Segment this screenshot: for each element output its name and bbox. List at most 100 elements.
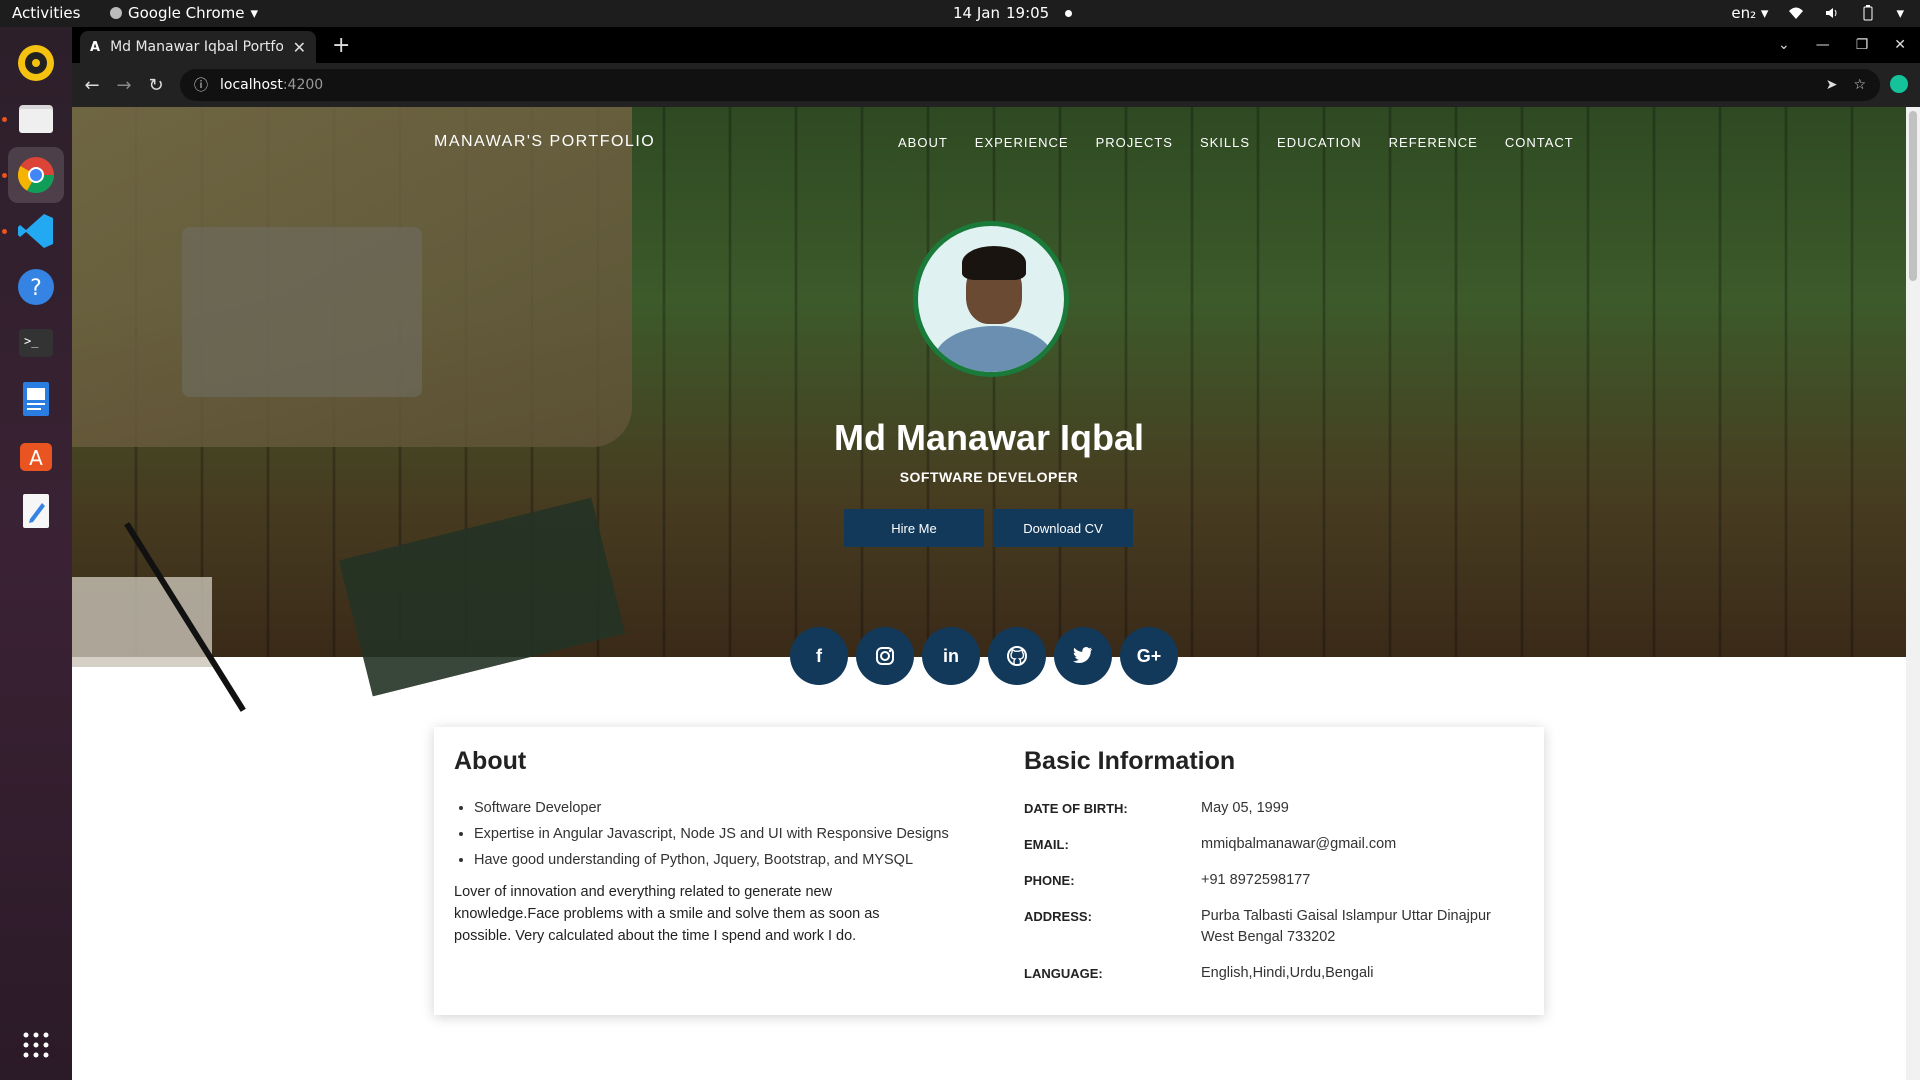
nav-skills[interactable]: SKILLS — [1200, 135, 1250, 150]
browser-tab[interactable]: A Md Manawar Iqbal Portfo ✕ — [80, 31, 316, 63]
about-point: Software Developer — [474, 798, 974, 819]
caret-down-icon: ▾ — [250, 4, 259, 22]
profile-shirt — [934, 326, 1054, 372]
linkedin-icon[interactable]: in — [922, 627, 980, 685]
about-card: About Software Developer Expertise in An… — [434, 727, 1544, 1015]
app-center-launcher[interactable]: A — [8, 427, 64, 483]
terminal-launcher[interactable]: >_ — [8, 315, 64, 371]
google-plus-icon[interactable]: G+ — [1120, 627, 1178, 685]
tab-title: Md Manawar Iqbal Portfo — [110, 39, 283, 55]
help-launcher[interactable]: ? — [8, 259, 64, 315]
browser-toolbar: ← → ↻ ⓘ localhost:4200 ➤ ☆ — [72, 63, 1920, 107]
download-cv-button[interactable]: Download CV — [993, 509, 1133, 547]
info-key: DATE OF BIRTH: — [1024, 801, 1128, 816]
system-menu-caret-icon: ▾ — [1896, 4, 1904, 22]
back-button[interactable]: ← — [76, 75, 108, 96]
activities-button[interactable]: Activities — [12, 4, 80, 22]
site-brand-link[interactable]: MANAWAR'S PORTFOLIO — [434, 133, 655, 151]
battery-icon — [1860, 5, 1876, 21]
nav-about[interactable]: ABOUT — [898, 135, 948, 150]
info-key: LANGUAGE: — [1024, 966, 1103, 981]
files-icon — [19, 105, 53, 133]
page-scrollbar[interactable] — [1906, 107, 1920, 1080]
info-key: ADDRESS: — [1024, 909, 1092, 924]
address-bar[interactable]: ⓘ localhost:4200 ➤ ☆ — [180, 69, 1880, 101]
chrome-app-icon — [110, 7, 122, 19]
svg-text:>_: >_ — [24, 334, 39, 348]
new-tab-button[interactable]: + — [332, 33, 350, 58]
reload-button[interactable]: ↻ — [140, 75, 172, 96]
language-indicator[interactable]: en₂ ▾ — [1731, 4, 1768, 22]
document-viewer-launcher[interactable] — [8, 371, 64, 427]
info-row-email: EMAIL: mmiqbalmanawar@gmail.com — [1024, 834, 1524, 855]
svg-text:?: ? — [30, 276, 42, 301]
facebook-icon[interactable]: f — [790, 627, 848, 685]
basic-info-table: DATE OF BIRTH: May 05, 1999 EMAIL: mmiqb… — [1024, 798, 1524, 984]
info-row-language: LANGUAGE: English,Hindi,Urdu,Bengali — [1024, 963, 1524, 984]
window-controls: ⌄ — ❐ ✕ — [1778, 27, 1920, 63]
grammarly-extension-icon[interactable] — [1890, 75, 1908, 93]
running-indicator-icon — [2, 173, 7, 178]
hero-role: SOFTWARE DEVELOPER — [899, 469, 1079, 485]
about-section: About Software Developer Expertise in An… — [454, 747, 974, 947]
send-to-device-icon[interactable]: ➤ — [1826, 77, 1838, 93]
twitter-icon[interactable] — [1054, 627, 1112, 685]
vscode-icon — [18, 214, 53, 248]
notification-dot-icon — [1065, 9, 1073, 17]
show-apps-button[interactable] — [8, 1017, 64, 1073]
close-window-button[interactable]: ✕ — [1894, 37, 1906, 53]
info-row-phone: PHONE: +91 8972598177 — [1024, 870, 1524, 891]
maximize-button[interactable]: ❐ — [1856, 37, 1869, 53]
chrome-icon — [17, 157, 55, 194]
main-nav: ABOUT EXPERIENCE PROJECTS SKILLS EDUCATI… — [898, 135, 1574, 150]
running-indicator-icon — [2, 229, 7, 234]
bookmark-star-icon[interactable]: ☆ — [1853, 77, 1866, 93]
files-launcher[interactable] — [8, 91, 64, 147]
profile-photo — [913, 221, 1069, 377]
dock: ? >_ A — [0, 27, 72, 1080]
scrollbar-thumb[interactable] — [1909, 111, 1917, 281]
about-point: Have good understanding of Python, Jquer… — [474, 850, 974, 871]
app-center-icon: A — [20, 443, 52, 471]
profile-hair — [962, 246, 1026, 280]
book-background-image — [338, 497, 626, 697]
svg-text:A: A — [29, 446, 43, 470]
text-editor-icon — [23, 494, 49, 528]
github-icon[interactable] — [988, 627, 1046, 685]
tab-search-icon[interactable]: ⌄ — [1778, 37, 1790, 53]
info-value: Purba Talbasti Gaisal Islampur Uttar Din… — [1201, 908, 1491, 945]
nav-education[interactable]: EDUCATION — [1277, 135, 1362, 150]
info-key: EMAIL: — [1024, 837, 1069, 852]
about-paragraph: Lover of innovation and everything relat… — [454, 884, 880, 944]
chrome-launcher[interactable] — [8, 147, 64, 203]
hire-me-button[interactable]: Hire Me — [844, 509, 984, 547]
info-row-address: ADDRESS: Purba Talbasti Gaisal Islampur … — [1024, 906, 1524, 948]
help-icon: ? — [18, 269, 54, 305]
nav-experience[interactable]: EXPERIENCE — [975, 135, 1069, 150]
hero-section: MANAWAR'S PORTFOLIO ABOUT EXPERIENCE PRO… — [72, 107, 1906, 712]
instagram-icon[interactable] — [856, 627, 914, 685]
nav-reference[interactable]: REFERENCE — [1389, 135, 1478, 150]
clock[interactable]: 14 Jan 19:05 — [953, 4, 1073, 22]
nav-contact[interactable]: CONTACT — [1505, 135, 1574, 150]
about-heading: About — [454, 747, 527, 775]
rhythmbox-launcher[interactable] — [8, 35, 64, 91]
text-editor-launcher[interactable] — [8, 483, 64, 539]
app-menu-label: Google Chrome — [128, 4, 245, 22]
basic-info-heading: Basic Information — [1024, 747, 1236, 775]
app-menu[interactable]: Google Chrome ▾ — [110, 4, 258, 22]
info-key: PHONE: — [1024, 873, 1075, 888]
nav-projects[interactable]: PROJECTS — [1096, 135, 1173, 150]
info-value: +91 8972598177 — [1201, 872, 1311, 888]
minimize-button[interactable]: — — [1816, 37, 1830, 53]
chrome-window: A Md Manawar Iqbal Portfo ✕ + ⌄ — ❐ ✕ ← … — [72, 27, 1920, 1080]
url-text: localhost:4200 — [220, 77, 324, 93]
forward-button[interactable]: → — [108, 75, 140, 96]
close-tab-icon[interactable]: ✕ — [293, 38, 306, 57]
site-info-icon[interactable]: ⓘ — [194, 75, 208, 95]
about-list: Software Developer Expertise in Angular … — [454, 798, 974, 871]
hero-name: Md Manawar Iqbal — [833, 417, 1145, 458]
rhythmbox-icon — [18, 45, 54, 81]
system-tray[interactable]: en₂ ▾ ▾ — [1731, 4, 1904, 22]
vscode-launcher[interactable] — [8, 203, 64, 259]
